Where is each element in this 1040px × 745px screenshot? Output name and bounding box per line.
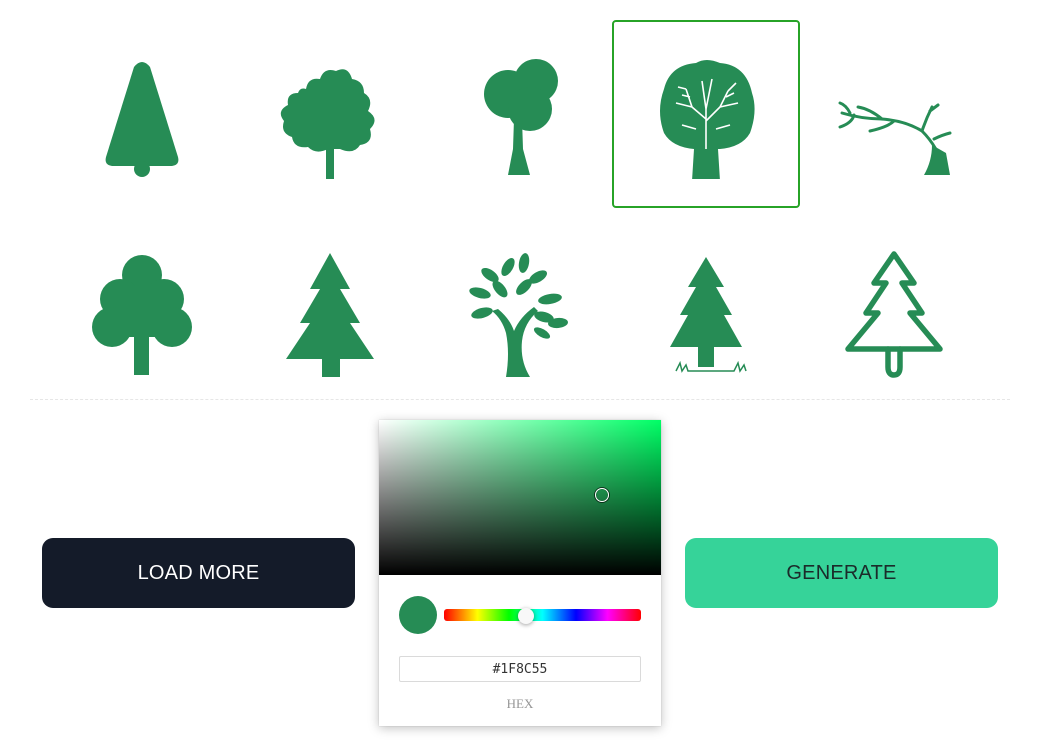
leaf-tree-icon bbox=[469, 253, 568, 377]
leafy-tree-icon bbox=[280, 69, 375, 179]
icon-option[interactable] bbox=[800, 20, 988, 208]
hue-slider-thumb[interactable] bbox=[518, 608, 534, 624]
hex-input[interactable] bbox=[399, 656, 641, 682]
pine-tree-icon bbox=[286, 253, 374, 377]
bare-windswept-tree-icon bbox=[838, 101, 952, 175]
icon-option[interactable] bbox=[612, 220, 800, 408]
generate-button[interactable]: GENERATE bbox=[685, 538, 998, 608]
icon-option[interactable] bbox=[424, 20, 612, 208]
icon-option-selected[interactable] bbox=[612, 20, 800, 208]
saturation-area[interactable] bbox=[379, 420, 661, 575]
saturation-cursor[interactable] bbox=[595, 488, 609, 502]
fir-tree-with-grass-icon bbox=[670, 257, 747, 373]
icon-option[interactable] bbox=[424, 220, 612, 408]
cloud-tree-icon bbox=[92, 255, 192, 375]
outline-pine-tree-icon bbox=[845, 251, 943, 378]
triangle-tree-icon bbox=[105, 62, 179, 177]
color-picker: HEX bbox=[379, 420, 661, 726]
icon-option[interactable] bbox=[236, 220, 424, 408]
load-more-button[interactable]: LOAD MORE bbox=[42, 538, 355, 608]
tree-with-branches-icon bbox=[660, 60, 755, 179]
icon-option[interactable] bbox=[236, 20, 424, 208]
icon-option[interactable] bbox=[48, 220, 236, 408]
color-preview-swatch bbox=[399, 596, 437, 634]
divider bbox=[30, 399, 1010, 400]
icon-option[interactable] bbox=[800, 220, 988, 408]
hex-label: HEX bbox=[506, 696, 534, 711]
icon-option[interactable] bbox=[48, 20, 236, 208]
hue-slider[interactable] bbox=[444, 609, 641, 621]
round-canopy-tree-icon bbox=[484, 59, 558, 175]
